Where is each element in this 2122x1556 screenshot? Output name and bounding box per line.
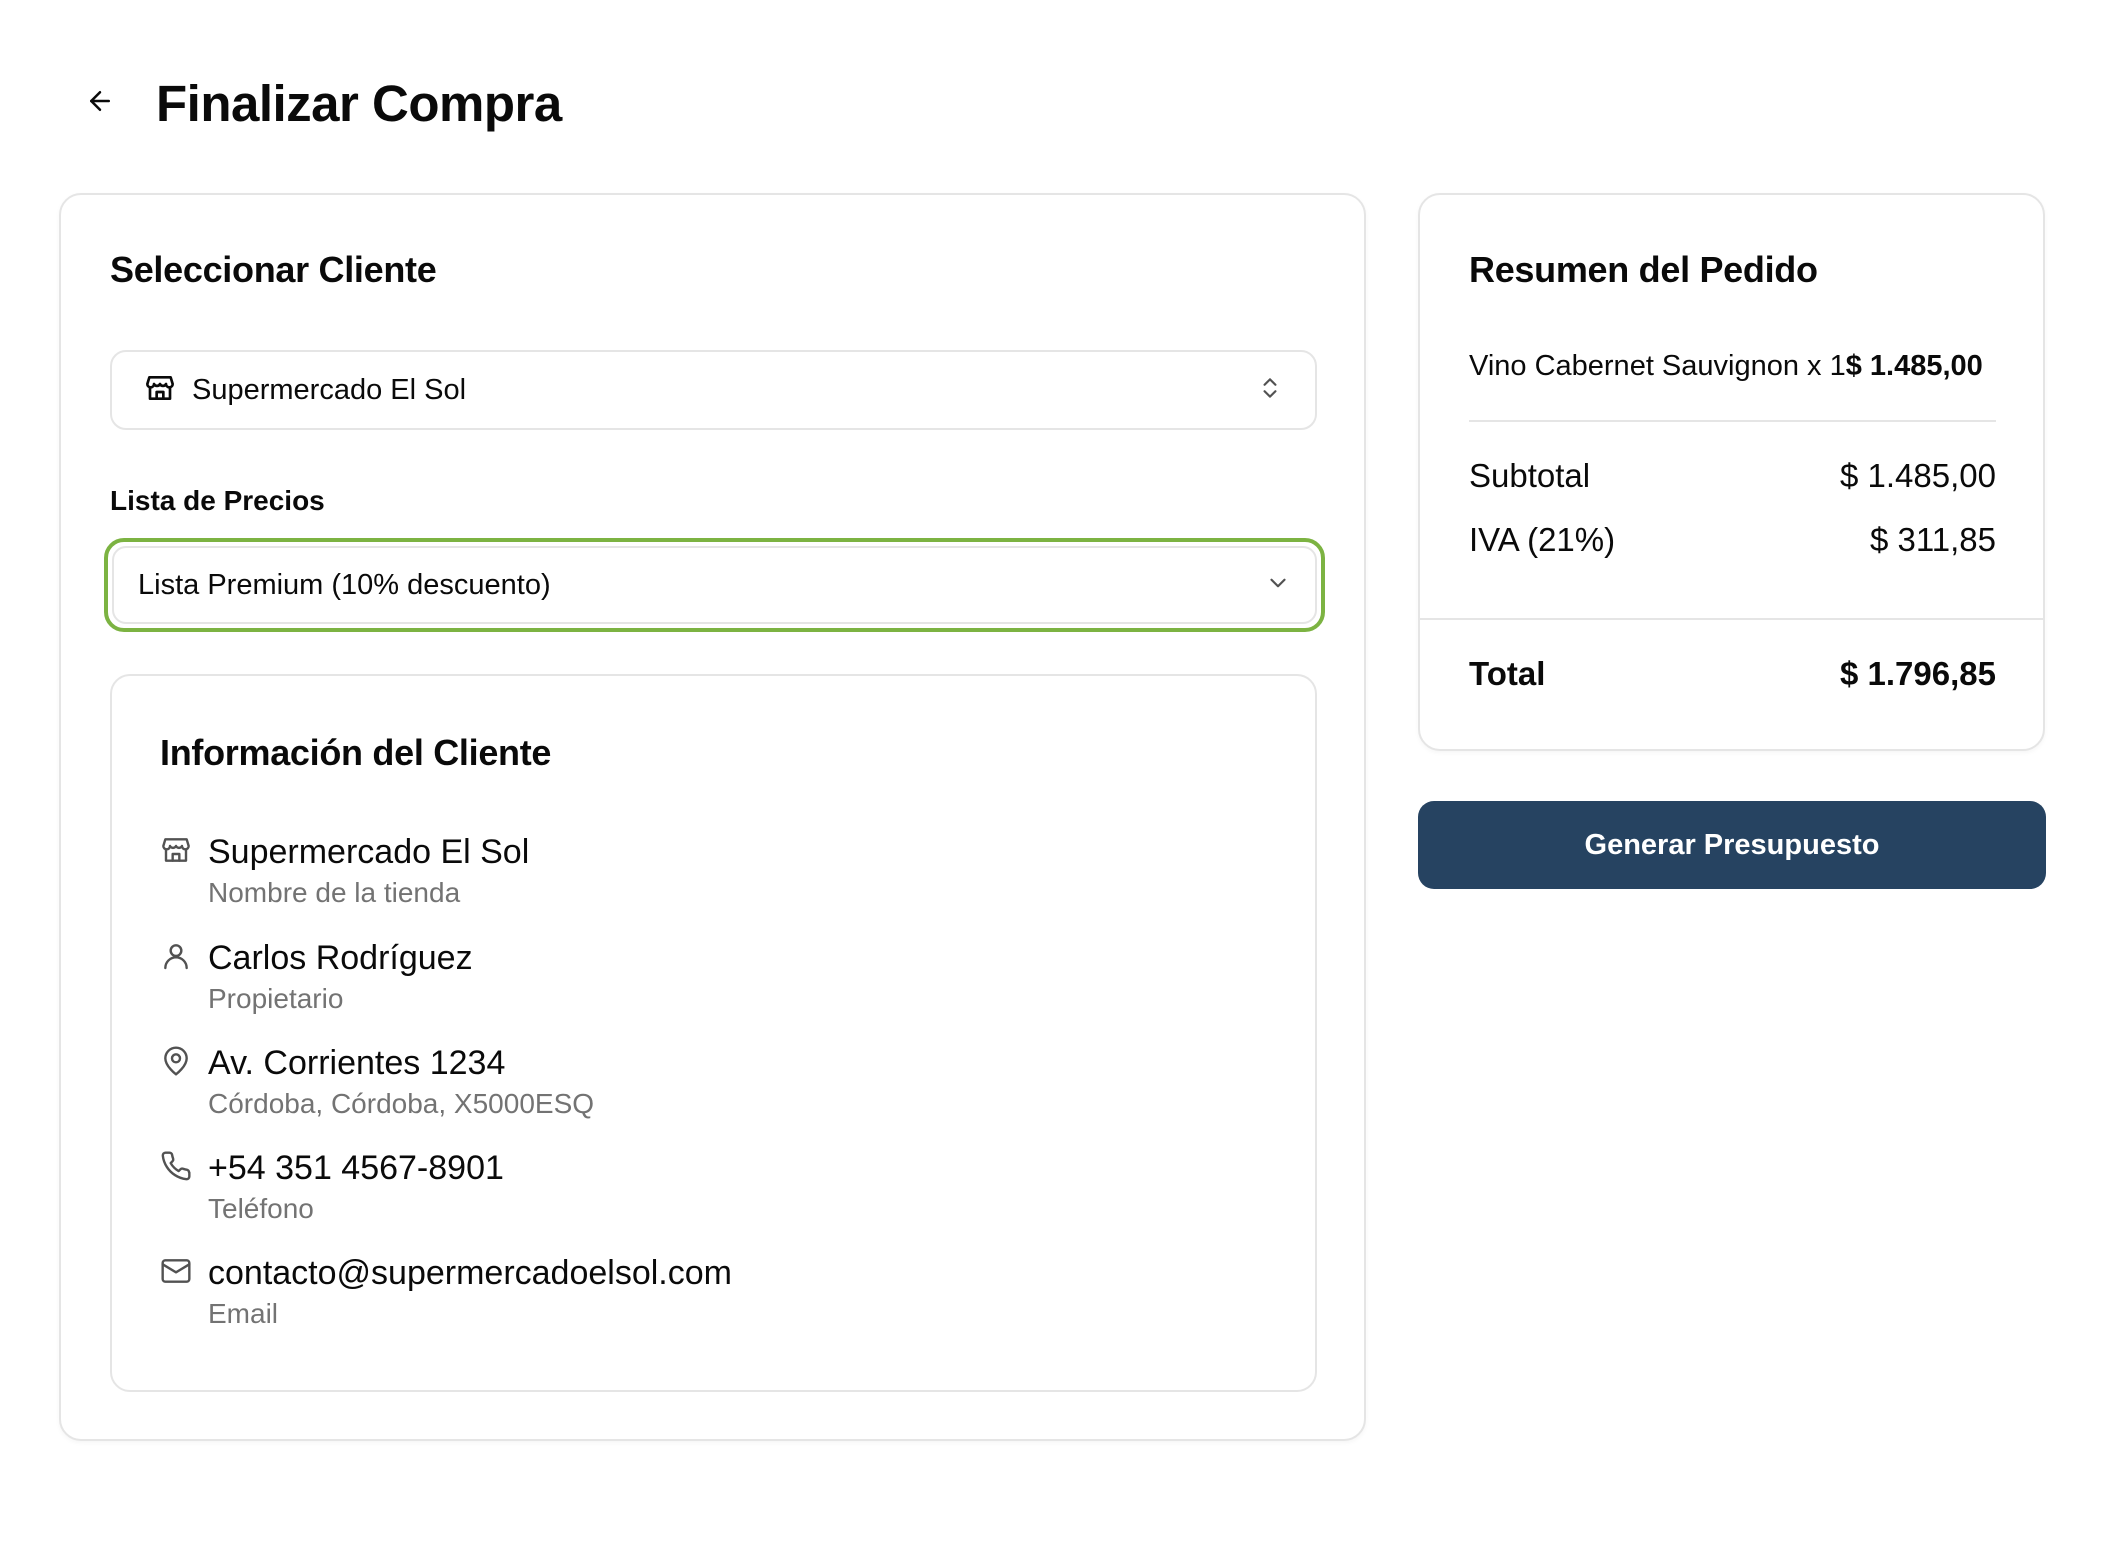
tax-row: IVA (21%) $ 311,85: [1469, 521, 1996, 559]
mail-icon: [160, 1255, 192, 1287]
subtotal-value: $ 1.485,00: [1840, 457, 1996, 494]
email-label: Email: [208, 1298, 279, 1329]
info-item-email: contacto@supermercadoelsol.com Email: [160, 1253, 732, 1331]
arrow-left-icon: [85, 86, 115, 121]
subtotal-label: Subtotal: [1469, 457, 1591, 494]
selected-price-list-text: Lista Premium (10% descuento): [138, 568, 551, 601]
info-item-phone: +54 351 4567-8901 Teléfono: [160, 1148, 504, 1226]
chevrons-up-down-icon: [1257, 375, 1283, 406]
client-card: Seleccionar Cliente Supermercado El Sol …: [59, 193, 1366, 1441]
total-row: Total $ 1.796,85: [1469, 655, 1996, 693]
user-icon: [160, 940, 192, 972]
generate-quote-button[interactable]: Generar Presupuesto: [1418, 801, 2046, 889]
map-pin-icon: [160, 1045, 192, 1077]
tax-value: $ 311,85: [1869, 521, 1996, 558]
total-label: Total: [1469, 655, 1546, 692]
address-city: Córdoba, Córdoba, X5000ESQ: [208, 1088, 595, 1119]
address-line: Av. Corrientes 1234: [208, 1044, 506, 1082]
chevron-down-icon: [1265, 570, 1291, 601]
info-item-address: Av. Corrientes 1234 Córdoba, Córdoba, X5…: [160, 1043, 594, 1121]
client-section-title: Seleccionar Cliente: [110, 249, 437, 290]
email-address: contacto@supermercadoelsol.com: [208, 1254, 732, 1292]
info-item-owner: Carlos Rodríguez Propietario: [160, 938, 473, 1016]
phone-icon: [160, 1150, 192, 1182]
subtotal-row: Subtotal $ 1.485,00: [1469, 457, 1996, 495]
store-name-label: Nombre de la tienda: [208, 877, 461, 908]
store-icon: [144, 372, 176, 409]
client-select[interactable]: Supermercado El Sol: [110, 350, 1317, 430]
phone-label: Teléfono: [208, 1193, 314, 1224]
client-info-title: Información del Cliente: [160, 732, 552, 773]
page-header: Finalizar Compra: [80, 70, 562, 136]
store-name: Supermercado El Sol: [208, 833, 530, 871]
summary-divider: [1469, 420, 1996, 422]
price-list-label: Lista de Precios: [110, 485, 325, 516]
tax-label: IVA (21%): [1469, 521, 1616, 558]
total-divider: [1420, 618, 2043, 620]
store-icon: [160, 834, 192, 866]
line-item-amount: $ 1.485,00: [1845, 350, 1983, 382]
owner-label: Propietario: [208, 983, 344, 1014]
back-button[interactable]: [80, 83, 120, 123]
info-item-store: Supermercado El Sol Nombre de la tienda: [160, 832, 529, 910]
page-title: Finalizar Compra: [156, 74, 562, 132]
total-value: $ 1.796,85: [1840, 655, 1996, 692]
selected-client-text: Supermercado El Sol: [192, 373, 467, 406]
phone-number: +54 351 4567-8901: [208, 1149, 504, 1187]
line-item: Vino Cabernet Sauvignon x 1$ 1.485,00: [1469, 350, 1983, 383]
order-summary-title: Resumen del Pedido: [1469, 249, 1818, 290]
order-summary-card: Resumen del Pedido Vino Cabernet Sauvign…: [1418, 193, 2045, 751]
line-item-description: Vino Cabernet Sauvignon x 1: [1469, 350, 1846, 382]
client-info-card: Información del Cliente Supermercado El …: [110, 674, 1317, 1392]
price-list-select[interactable]: Lista Premium (10% descuento): [112, 546, 1317, 624]
owner-name: Carlos Rodríguez: [208, 939, 473, 977]
